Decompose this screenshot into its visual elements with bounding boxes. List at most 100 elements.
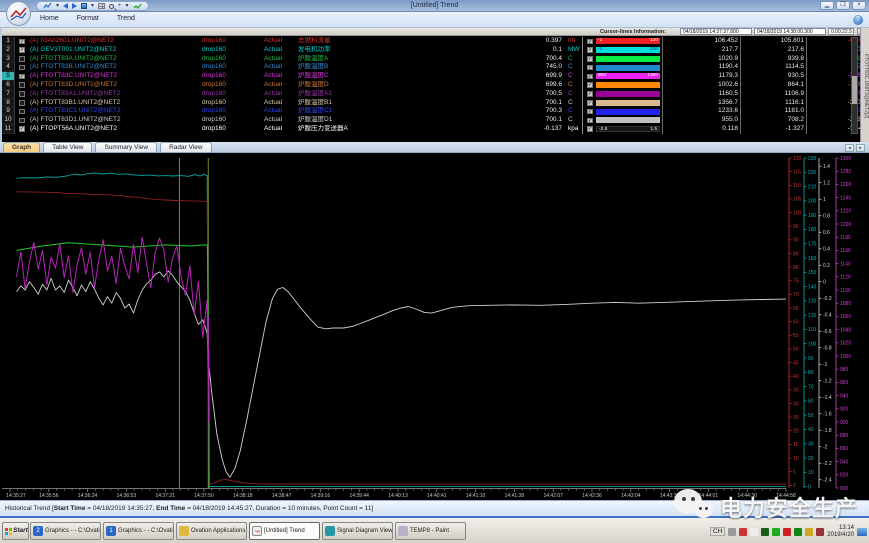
trend-chart[interactable]: 0510152025303540455055606570758085909510… [0,153,869,500]
table-row[interactable]: 11✓(A) FTOPT56A.UNIT2@NET2drop160Actual炉… [2,125,869,134]
axis-tick-label: 120 [808,313,817,319]
help-icon[interactable]: ? [853,15,863,25]
tab-table-view[interactable]: Table View [43,142,92,152]
axis-tick-label: -1.8 [823,428,832,434]
table-row[interactable]: 2✓(A) GEV3T001.UNIT2@NET2drop160Actual发电… [2,46,869,55]
show-desktop-icon[interactable] [857,528,867,536]
cursor-panel-checkbox[interactable]: ✓ [587,65,593,71]
axis-tick-label: 50 [793,347,799,353]
taskbar-clock[interactable]: 13:14 2019/4/20 [827,525,854,539]
axis-tick-label: 180 [808,227,817,233]
start-button[interactable]: Start [2,522,29,540]
cursor-panel-checkbox[interactable]: ✓ [587,118,593,124]
back-arrow-icon[interactable] [63,3,68,9]
ribbon-tab-trend[interactable]: Trend [117,15,135,22]
add-icon[interactable]: + [118,2,122,10]
export-dropdown-icon[interactable]: ▾ [91,2,94,10]
app-logo-button[interactable] [6,1,31,26]
network-icon[interactable] [761,528,769,536]
tab-graph[interactable]: Graph [3,142,40,152]
point-description: 炉膛温度C1 [298,107,448,116]
cursor-panel-checkbox[interactable]: ✓ [587,47,593,53]
grid-view-icon[interactable] [98,3,105,9]
taskbar-button-trend[interactable]: ↝[Untitled] Trend [249,522,320,540]
table-row[interactable]: 3(A) FTOTT83A.UNIT2@NET2drop160Actual炉膛温… [2,55,869,64]
export-icon[interactable] [81,3,87,9]
row-checkbox[interactable] [19,65,25,71]
taskbar-button-signal-diagram[interactable]: Signal Diagram Viewe... [322,522,393,540]
cursor-panel-checkbox[interactable]: ✓ [587,91,593,97]
row-checkbox[interactable]: ✓ [19,39,25,45]
ribbon-tab-home[interactable]: Home [40,15,59,22]
axis-tick-label: -1 [823,362,828,368]
table-row[interactable]: 4(A) FTOTT83B.UNIT2@NET2drop160Actual炉膛温… [2,63,869,72]
table-scrollbar[interactable] [851,37,858,134]
add-dropdown-icon[interactable]: ▾ [126,2,129,10]
taskbar-button-folder[interactable]: Ovation Applications [176,522,247,540]
cursor-panel-checkbox[interactable]: ✓ [587,39,593,45]
alarm-icon[interactable] [816,528,824,536]
table-row[interactable]: 10(A) FTOTT83D1.UNIT2@NET2drop160Actual炉… [2,116,869,125]
cursor1-value: 1356.7 [664,99,738,108]
close-button[interactable]: × [852,1,866,10]
flag-icon[interactable] [750,528,758,536]
health-icon[interactable] [794,528,802,536]
cursor-panel-checkbox[interactable]: ✓ [587,56,593,62]
table-row[interactable]: 5✓(A) FTOTT83C.UNIT2@NET2drop160Actual炉膛… [2,72,869,81]
antivirus-icon[interactable] [739,528,747,536]
table-row[interactable]: 6(A) FTOTT83D.UNIT2@NET2drop160Actual炉膛温… [2,81,869,90]
taskbar-button-graphics-window-2[interactable]: 2Graphics - - C:\Ovati... [30,522,101,540]
cursor-time-1-field[interactable]: 04/18/2019 14:37:37.800 [680,28,752,35]
row-checkbox[interactable] [19,109,25,115]
cursor-panel-checkbox[interactable]: ✓ [587,82,593,88]
tag-name: (A) FTOPT56A.UNIT2@NET2 [30,125,195,134]
row-checkbox[interactable] [19,118,25,124]
ribbon-tab-format[interactable]: Format [77,15,99,22]
cursor-panel-checkbox[interactable]: ✓ [587,109,593,115]
time-tick-label: 14:43:33 [660,493,680,499]
folder-sync-icon[interactable] [805,528,813,536]
restore-button[interactable]: ❒ [836,1,850,10]
cursor-panel-checkbox[interactable]: ✓ [587,74,593,80]
tab-scroll-left-icon[interactable]: ◂ [845,144,854,152]
taskbar-button-paint[interactable]: TEMP8 - Paint [395,522,466,540]
cursor-span-field[interactable]: 0:00:22.5 [828,28,854,35]
minimize-button[interactable]: ▁ [820,1,834,10]
row-checkbox[interactable] [19,56,25,62]
axis-tick-label: 80 [793,265,799,271]
table-row[interactable]: 8(A) FTOTT83B1.UNIT2@NET2drop160Actual炉膛… [2,99,869,108]
unit-label: C [568,72,586,81]
system-monitor-icon[interactable] [783,528,791,536]
scrollbar-thumb[interactable] [852,76,857,104]
row-checkbox[interactable]: ✓ [19,74,25,80]
axis-tick-label: 140 [808,284,817,290]
scale-max: 120 [650,38,658,44]
drop-name: drop160 [202,90,257,99]
row-checkbox[interactable] [19,100,25,106]
row-checkbox[interactable] [19,91,25,97]
zoom-icon[interactable] [109,4,114,9]
table-row[interactable]: 9(A) FTOTT83C1.UNIT2@NET2drop160Actual炉膛… [2,107,869,116]
taskbar-button-graphics-window-1[interactable]: 1Graphics - - C:\Ovati... [103,522,174,540]
table-row[interactable]: 1✓(A) 03A02601.UNIT2@NET2drop160Actual总燃… [2,37,869,46]
cursor-time-2-field[interactable]: 04/18/2019 14:38:00.300 [754,28,826,35]
cursor-panel-checkbox[interactable]: ✓ [587,100,593,106]
row-checkbox[interactable]: ✓ [19,126,25,132]
row-checkbox[interactable] [19,82,25,88]
live-trend-icon[interactable] [133,2,142,10]
clock-time: 13:14 [827,525,854,532]
chart-dropdown-icon[interactable]: ▾ [56,2,59,10]
language-indicator[interactable]: CH [710,527,725,536]
table-row[interactable]: 7(A) FTOTT83A1.UNIT2@NET2drop160Actual炉膛… [2,90,869,99]
cursor-panel-checkbox[interactable]: ✓ [587,126,593,132]
tab-radar-view[interactable]: Radar View [160,142,211,152]
row-checkbox[interactable]: ✓ [19,47,25,53]
green-status-icon[interactable] [772,528,780,536]
tab-summary-view[interactable]: Summary View [95,142,157,152]
tab-scroll-right-icon[interactable]: ▸ [856,144,865,152]
forward-arrow-icon[interactable] [72,3,77,9]
chart-icon[interactable] [43,2,52,10]
quick-access-toolbar: ▾ ▾ + ▾ [36,1,149,11]
printer-icon[interactable] [728,528,736,536]
docked-trend-side-tab[interactable]: FTOTT83C.UNIT2@NET2[2] [860,28,869,144]
